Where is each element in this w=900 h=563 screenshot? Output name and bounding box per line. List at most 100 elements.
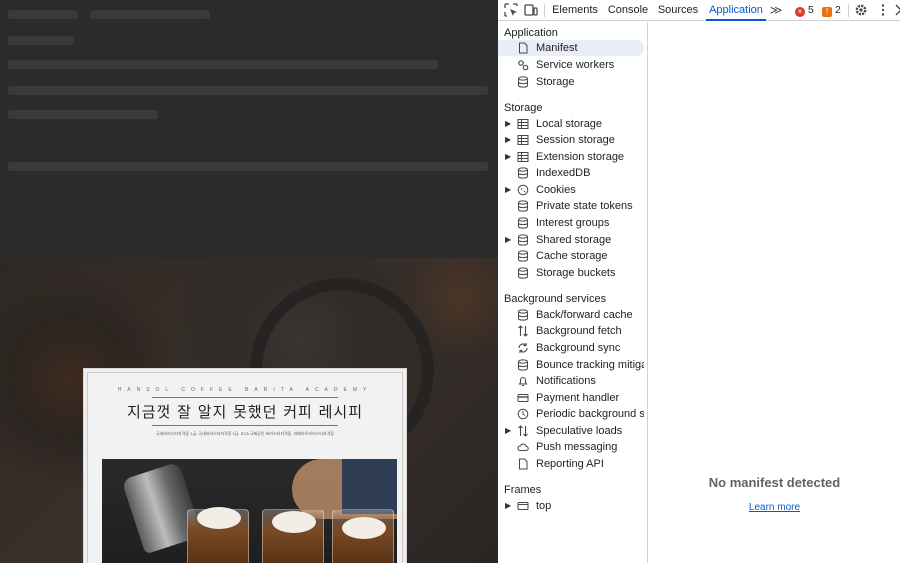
table-icon	[517, 118, 529, 130]
more-options-icon[interactable]	[876, 3, 890, 17]
section-title-storage: Storage	[504, 102, 543, 114]
toolbar-divider	[848, 4, 849, 17]
webpage-viewport: HANSOL COFFEE BARITA ACADEMY 지금껏 잘 알지 못했…	[0, 0, 498, 563]
cream-shape	[197, 507, 241, 529]
sidebar-item-back-forward-cache[interactable]: Back/forward cache	[502, 307, 644, 323]
sidebar-item-bounce-tracking[interactable]: Bounce tracking mitiga...	[502, 357, 644, 373]
expand-arrow-icon[interactable]: ▶	[505, 116, 515, 132]
more-tabs-icon[interactable]: ≫	[768, 0, 784, 21]
divider	[152, 425, 338, 426]
bell-icon	[517, 375, 529, 387]
sidebar-item-private-state-tokens[interactable]: Private state tokens	[502, 198, 644, 214]
sidebar-item-notifications[interactable]: Notifications	[502, 373, 644, 389]
divider	[152, 397, 338, 398]
expand-arrow-icon[interactable]: ▶	[505, 232, 515, 248]
expand-arrow-icon[interactable]: ▶	[505, 182, 515, 198]
sidebar-item-storage[interactable]: Storage	[502, 74, 644, 90]
toolbar-divider	[544, 4, 545, 17]
database-icon	[517, 250, 529, 262]
issue-icon: !	[822, 7, 832, 17]
inspect-element-icon[interactable]	[504, 3, 518, 17]
arrows-updown-icon	[517, 425, 529, 437]
device-toolbar-icon[interactable]	[524, 3, 538, 17]
database-icon	[517, 217, 529, 229]
issues-count: 2	[835, 4, 841, 16]
sidebar-item-cache-storage[interactable]: Cache storage	[502, 248, 644, 264]
tab-sources[interactable]: Sources	[656, 0, 700, 21]
database-icon	[517, 309, 529, 321]
expand-arrow-icon[interactable]: ▶	[505, 149, 515, 165]
recipe-title: 지금껏 잘 알지 못했던 커피 레시피	[126, 403, 364, 421]
sidebar-item-payment-handler[interactable]: Payment handler	[502, 390, 644, 406]
sidebar-item-service-workers[interactable]: Service workers	[502, 57, 644, 73]
sidebar-item-local-storage[interactable]: ▶ Local storage	[502, 116, 644, 132]
sidebar-item-manifest[interactable]: Manifest	[498, 40, 644, 56]
sidebar-item-background-fetch[interactable]: Background fetch	[502, 323, 644, 339]
sidebar-item-push-messaging[interactable]: Push messaging	[502, 439, 644, 455]
sleeve-shape	[342, 459, 397, 514]
blurred-text-line	[90, 10, 210, 19]
cookie-icon	[517, 184, 529, 196]
errors-count: 5	[808, 4, 814, 16]
error-icon: ×	[795, 7, 805, 17]
expand-arrow-icon[interactable]: ▶	[505, 132, 515, 148]
close-icon[interactable]	[894, 3, 900, 17]
document-icon	[517, 458, 529, 470]
errors-badge[interactable]: × 5	[795, 3, 814, 17]
recipe-card: HANSOL COFFEE BARITA ACADEMY 지금껏 잘 알지 못했…	[83, 368, 407, 563]
section-title-background-services: Background services	[504, 293, 607, 305]
tab-application[interactable]: Application	[706, 0, 766, 21]
table-icon	[517, 151, 529, 163]
document-icon	[517, 42, 529, 54]
sidebar-item-session-storage[interactable]: ▶ Session storage	[502, 132, 644, 148]
section-title-application: Application	[504, 27, 558, 39]
frame-icon	[517, 500, 529, 512]
cream-shape	[272, 511, 316, 533]
blurred-text-line	[8, 10, 78, 19]
blurred-text-line	[8, 36, 74, 45]
recipe-subtitle: 국내바리스타자격증 1급, 국내바리스타자격증 2급, SCA 국제공인 바리스…	[155, 431, 335, 436]
sidebar-item-periodic-background-sync[interactable]: Periodic background s...	[502, 406, 644, 422]
blurred-text-line	[8, 162, 488, 171]
clock-icon	[517, 408, 529, 420]
blurred-text-line	[8, 110, 158, 119]
database-icon	[517, 167, 529, 179]
sidebar-item-extension-storage[interactable]: ▶ Extension storage	[502, 149, 644, 165]
database-icon	[517, 76, 529, 88]
expand-arrow-icon[interactable]: ▶	[505, 423, 515, 439]
devtools-toolbar: Elements Console Sources Application ≫ ×…	[498, 0, 900, 21]
credit-card-icon	[517, 392, 529, 404]
sidebar-item-speculative-loads[interactable]: ▶ Speculative loads	[502, 423, 644, 439]
academy-line: HANSOL COFFEE BARITA ACADEMY	[117, 387, 373, 393]
sync-icon	[517, 342, 529, 354]
sidebar-item-shared-storage[interactable]: ▶ Shared storage	[502, 232, 644, 248]
issues-badge[interactable]: ! 2	[822, 3, 841, 17]
database-icon	[517, 234, 529, 246]
cloud-icon	[517, 441, 529, 453]
application-sidebar: Application Manifest Service workers Sto…	[498, 22, 648, 563]
expand-arrow-icon[interactable]: ▶	[505, 498, 515, 514]
tab-console[interactable]: Console	[606, 0, 650, 21]
sidebar-item-interest-groups[interactable]: Interest groups	[502, 215, 644, 231]
table-icon	[517, 134, 529, 146]
settings-gear-icon[interactable]	[854, 3, 868, 17]
arrows-updown-icon	[517, 325, 529, 337]
sidebar-item-reporting-api[interactable]: Reporting API	[502, 456, 644, 472]
sidebar-item-storage-buckets[interactable]: Storage buckets	[502, 265, 644, 281]
devtools-panel: Elements Console Sources Application ≫ ×…	[498, 0, 900, 563]
section-title-frames: Frames	[504, 484, 542, 496]
sidebar-item-frame-top[interactable]: ▶ top	[502, 498, 644, 514]
database-icon	[517, 359, 529, 371]
sidebar-item-background-sync[interactable]: Background sync	[502, 340, 644, 356]
tab-elements[interactable]: Elements	[550, 0, 600, 21]
manifest-pane: No manifest detected Learn more	[649, 22, 900, 563]
blurred-text-line	[8, 86, 488, 95]
no-manifest-message: No manifest detected	[708, 475, 841, 490]
cream-shape	[342, 517, 386, 539]
gears-icon	[517, 59, 529, 71]
affogato-photo	[102, 459, 397, 563]
sidebar-item-indexeddb[interactable]: IndexedDB	[502, 165, 644, 181]
database-icon	[517, 200, 529, 212]
learn-more-link[interactable]: Learn more	[649, 502, 900, 513]
sidebar-item-cookies[interactable]: ▶ Cookies	[502, 182, 644, 198]
